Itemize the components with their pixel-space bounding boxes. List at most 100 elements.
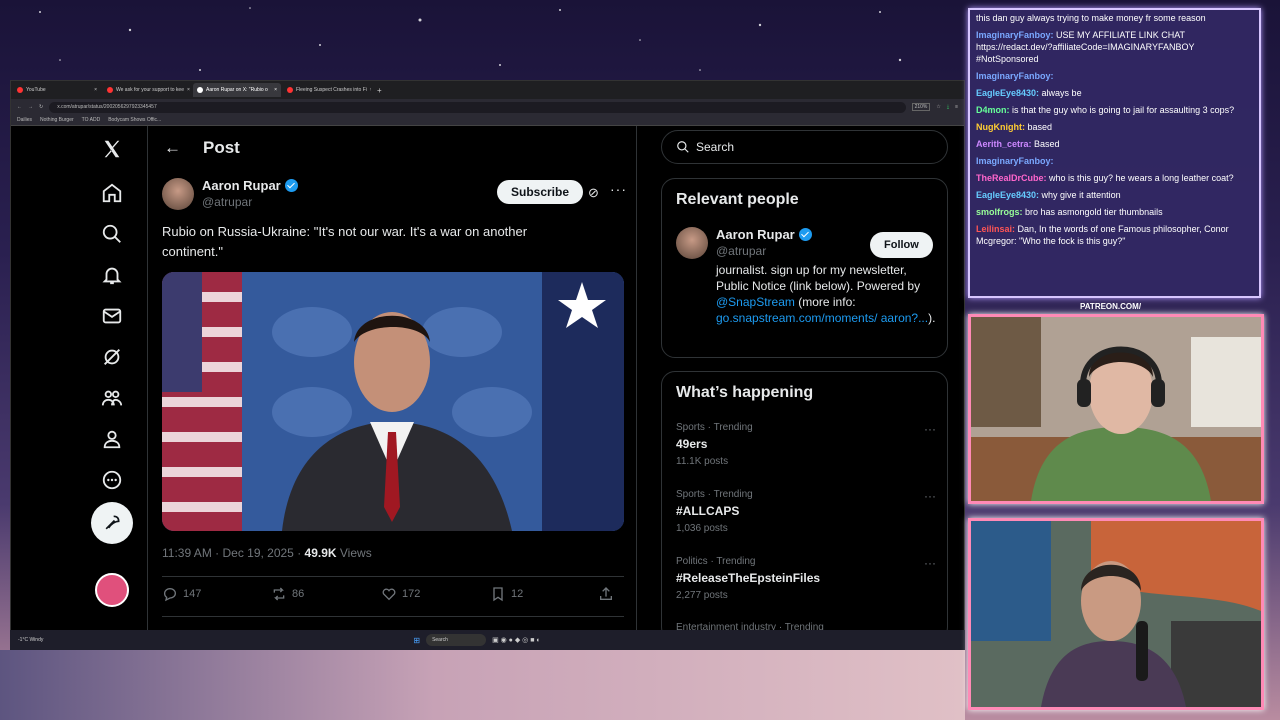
close-icon[interactable]: × [187, 87, 190, 93]
chat-username[interactable]: smolfrogs: [976, 207, 1025, 217]
close-icon[interactable]: × [274, 87, 277, 93]
close-icon[interactable]: × [94, 87, 97, 93]
desktop-wallpaper-band [0, 650, 965, 720]
download-icon[interactable]: ⤓ [947, 104, 949, 110]
feather-icon [105, 515, 120, 530]
x-logo-icon[interactable] [91, 128, 133, 170]
menu-icon[interactable]: ≡ [955, 104, 958, 110]
chat-message: TheRealDrCube: who is this guy? he wears… [976, 172, 1253, 184]
chat-username[interactable]: Aerith_cetra: [976, 139, 1034, 149]
tab-support[interactable]: We ask for your support to kee × [103, 83, 191, 97]
person-name[interactable]: Aaron Rupar [716, 227, 795, 242]
bookmark-dailies[interactable]: Dailies [17, 117, 32, 123]
repost-icon [273, 587, 285, 601]
tab-bar: YouTube × We ask for your support to kee ×… [11, 81, 964, 99]
subscribe-button[interactable]: Subscribe [497, 180, 584, 204]
repost-button[interactable]: 86 [271, 586, 381, 602]
messages-envelope-icon[interactable] [91, 295, 133, 337]
chat-text: based [1027, 122, 1053, 132]
whats-happening-title: What’s happening [676, 384, 814, 401]
author-name[interactable]: Aaron Rupar [202, 178, 281, 193]
views-label: Views [336, 546, 372, 560]
verified-badge-icon [798, 228, 812, 241]
chat-username[interactable]: ImaginaryFanboy: [976, 71, 1054, 81]
grok-icon[interactable]: ⊘ [588, 185, 599, 201]
more-options-icon[interactable]: ··· [924, 489, 936, 503]
zoom-level[interactable]: 210% [911, 103, 931, 111]
chat-username[interactable]: Leilinsai: [976, 224, 1018, 234]
share-button[interactable] [598, 586, 614, 602]
back-icon[interactable]: ← [17, 104, 22, 110]
avatar[interactable] [676, 227, 708, 259]
video-frame [162, 272, 624, 531]
chat-username[interactable]: ImaginaryFanboy: [976, 30, 1056, 40]
communities-icon[interactable] [91, 377, 133, 419]
chat-message: NugKnight: based [976, 121, 1253, 133]
grok-icon[interactable] [91, 336, 133, 378]
author-handle[interactable]: @atrupar [202, 195, 298, 209]
chat-text: bro has asmongold tier thumbnails [1025, 207, 1163, 217]
chat-message-list: this dan guy always trying to make money… [976, 12, 1253, 247]
back-arrow-icon[interactable]: ← [164, 138, 181, 158]
weather-widget[interactable]: -1°C Windy [18, 637, 43, 643]
like-button[interactable]: 172 [381, 586, 490, 602]
webcam-frame [971, 521, 1261, 707]
home-icon[interactable] [91, 172, 133, 214]
bookmark-icon [493, 587, 503, 602]
trend-item[interactable]: Sports · Trending 49ers 11.1K posts ··· [676, 422, 936, 467]
more-options-icon[interactable]: ··· [924, 422, 936, 436]
post-column: ← Post Aaron Rupar @atrupar Subscribe ⊘ … [147, 126, 637, 630]
account-avatar[interactable] [95, 573, 129, 607]
follow-button[interactable]: Follow [870, 232, 933, 258]
chat-username[interactable]: ImaginaryFanboy: [976, 156, 1054, 166]
taskbar-search[interactable]: Search [426, 634, 487, 646]
url-field[interactable]: x.com/atrupar/status/2002056297923345457 [49, 101, 906, 113]
video-player[interactable] [162, 272, 624, 531]
forward-icon[interactable]: → [28, 104, 33, 110]
star-icon[interactable]: ☆ [936, 104, 940, 110]
more-options-icon[interactable]: ··· [610, 181, 627, 197]
relevant-people-title: Relevant people [676, 191, 799, 208]
more-circle-icon[interactable] [91, 459, 133, 501]
profile-icon[interactable] [91, 418, 133, 460]
chat-text: always be [1041, 88, 1082, 98]
tab-fleeing-suspect[interactable]: Fleeing Suspect Crashes into Fi× [283, 83, 371, 97]
search-input[interactable]: Search [661, 130, 948, 164]
bookmark-to-add[interactable]: TO ADD [82, 117, 101, 123]
chat-message: ImaginaryFanboy: [976, 155, 1253, 167]
chat-username[interactable]: NugKnight: [976, 122, 1027, 132]
reply-icon [164, 588, 176, 602]
chat-username[interactable]: EagleEye8430: [976, 190, 1042, 200]
patreon-label: PATREON.COM/ [1080, 302, 1142, 311]
address-bar: ← → ↻ x.com/atrupar/status/2002056297923… [11, 99, 964, 115]
bookmark-nothing-burger[interactable]: Nothing Burger [40, 117, 74, 123]
avatar[interactable] [162, 178, 194, 210]
reload-icon[interactable]: ↻ [39, 104, 43, 110]
search-icon[interactable] [91, 213, 133, 255]
chat-username[interactable]: D4mon: [976, 105, 1012, 115]
tab-youtube[interactable]: YouTube × [13, 83, 101, 97]
chat-message: smolfrogs: bro has asmongold tier thumbn… [976, 206, 1253, 218]
chat-username[interactable]: TheRealDrCube: [976, 173, 1049, 183]
bio-url-link[interactable]: go.snapstream.com/moments/ aaron?... [716, 311, 928, 325]
search-icon [677, 141, 689, 153]
more-options-icon[interactable]: ··· [924, 556, 936, 570]
chat-username[interactable]: EagleEye8430: [976, 88, 1042, 98]
trend-item[interactable]: Politics · Trending #ReleaseTheEpsteinFi… [676, 556, 936, 601]
windows-start-icon[interactable]: ⊞ [413, 636, 420, 645]
notifications-bell-icon[interactable] [91, 254, 133, 296]
tab-aaron-rupar[interactable]: Aaron Rupar on X: "Rubio o × [193, 83, 281, 97]
new-tab-icon[interactable]: + [377, 86, 382, 95]
trend-item[interactable]: Sports · Trending #ALLCAPS 1,036 posts ·… [676, 489, 936, 534]
bookmark-bodycam[interactable]: Bodycam Shows Offic... [108, 117, 161, 123]
reply-button[interactable]: 147 [162, 586, 271, 602]
bookmark-button[interactable]: 12 [490, 586, 598, 602]
close-icon[interactable]: × [370, 87, 371, 93]
webcam-frame [971, 317, 1261, 501]
compose-post-button[interactable] [91, 502, 133, 544]
whats-happening-card: What’s happening Sports · Trending 49ers… [661, 371, 948, 641]
webcam-streamer-1 [968, 314, 1264, 504]
taskbar-app-icons[interactable]: ▣ ◉ ● ◆ ◎ ■ ◐ [492, 636, 541, 644]
verified-badge-icon [284, 179, 298, 192]
snapstream-link[interactable]: @SnapStream [716, 295, 795, 309]
